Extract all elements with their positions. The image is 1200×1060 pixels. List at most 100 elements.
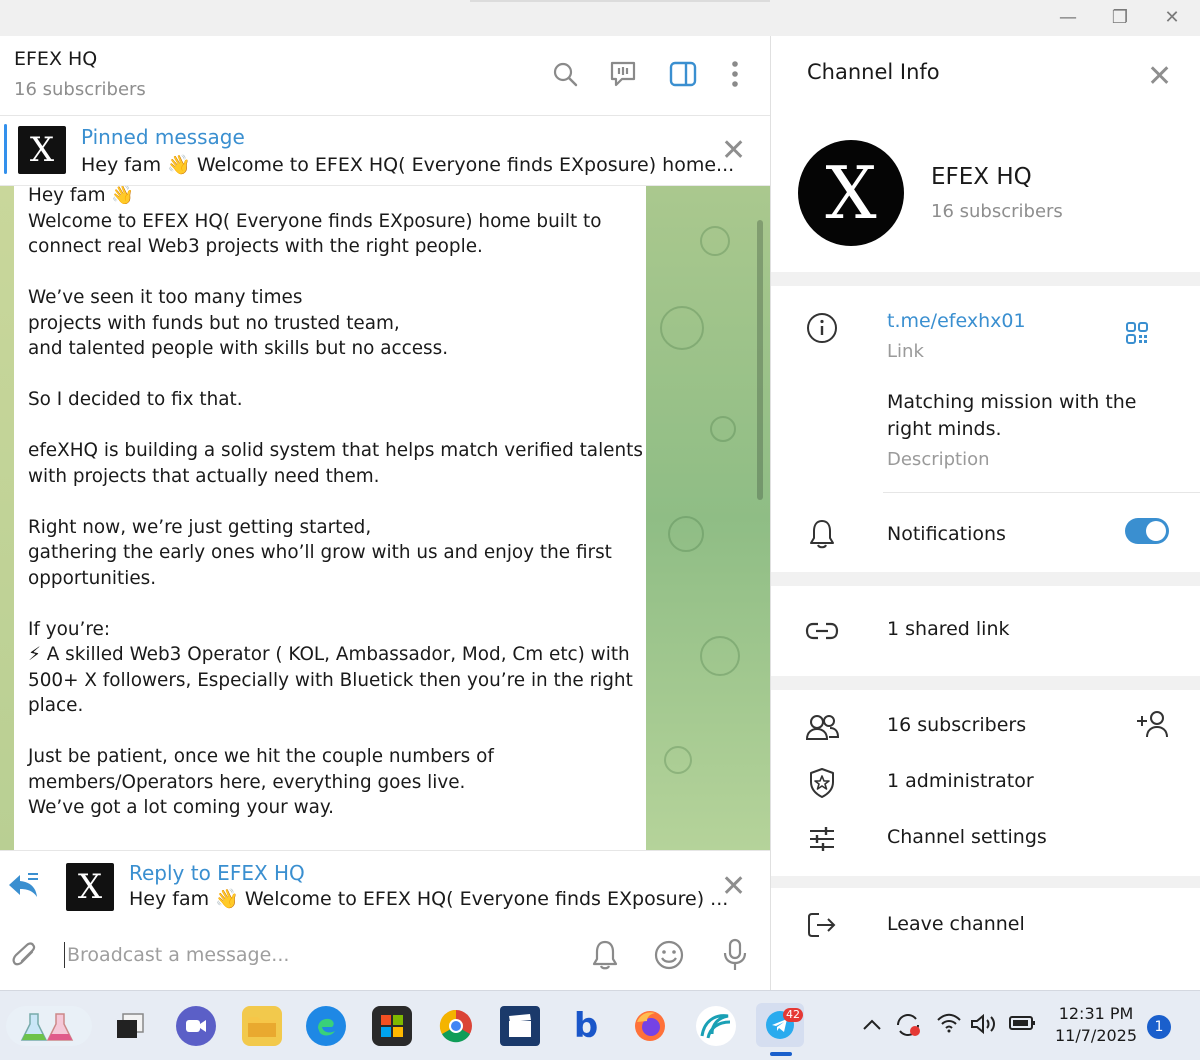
- message-paragraph: efeXHQ is building a solid system that h…: [28, 440, 643, 487]
- widgets-icon[interactable]: [6, 1006, 92, 1046]
- telegram-unread-badge: 42: [783, 1008, 803, 1022]
- shared-links-row[interactable]: 1 shared link: [887, 618, 1010, 640]
- show-hidden-icons-icon[interactable]: [862, 1013, 882, 1037]
- sidebar-toggle-icon[interactable]: [667, 58, 699, 90]
- channel-subscriber-count: 16 subscribers: [931, 201, 1063, 222]
- task-view-icon[interactable]: [110, 1006, 150, 1046]
- wave-app-icon[interactable]: [696, 1006, 736, 1046]
- pinned-label: Pinned message: [81, 125, 245, 149]
- search-icon[interactable]: [549, 58, 581, 90]
- reply-avatar: X: [66, 863, 114, 911]
- wifi-icon[interactable]: [936, 1013, 962, 1038]
- clock-time: 12:31 PM: [1058, 1004, 1134, 1023]
- channel-settings-row[interactable]: Channel settings: [887, 826, 1047, 848]
- channel-description: Matching mission with the right minds.: [887, 391, 1137, 440]
- restore-icon[interactable]: ❐: [1108, 6, 1132, 30]
- message-paragraph: If you’re: ⚡ A skilled Web3 Operator ( K…: [28, 618, 633, 717]
- message-input[interactable]: Broadcast a message...: [64, 942, 289, 968]
- live-stream-icon[interactable]: [607, 58, 639, 90]
- pinned-avatar: X: [18, 126, 66, 174]
- battery-icon[interactable]: [1008, 1013, 1036, 1038]
- attach-icon[interactable]: [8, 938, 42, 972]
- close-panel-icon[interactable]: ✕: [1147, 62, 1172, 92]
- silent-broadcast-bell-icon[interactable]: [588, 938, 622, 972]
- chat-title[interactable]: EFEX HQ: [14, 48, 97, 70]
- notifications-toggle[interactable]: [1125, 518, 1169, 544]
- channel-name: EFEX HQ: [931, 164, 1032, 190]
- close-pinned-icon[interactable]: ✕: [721, 136, 746, 166]
- qr-code-icon[interactable]: [1125, 321, 1149, 349]
- subscribers-icon: [805, 710, 839, 744]
- leave-channel-row[interactable]: Leave channel: [887, 913, 1025, 935]
- channel-info-header-card: Channel Info ✕ X EFEX HQ 16 subscribers: [771, 36, 1200, 272]
- bell-icon: [805, 517, 839, 551]
- reply-preview: Hey fam 👋 Welcome to EFEX HQ( Everyone f…: [129, 888, 729, 910]
- info-icon: [805, 311, 839, 345]
- sync-status-icon[interactable]: [894, 1011, 922, 1044]
- admin-shield-icon: [805, 766, 839, 800]
- active-app-indicator: [770, 1052, 792, 1056]
- cancel-reply-icon[interactable]: ✕: [721, 872, 746, 902]
- pinned-message-bar[interactable]: X Pinned message Hey fam 👋 Welcome to EF…: [0, 116, 770, 186]
- chrome-browser-icon[interactable]: [436, 1006, 476, 1046]
- channel-avatar[interactable]: X: [798, 140, 904, 246]
- channel-info-panel: Channel Info ✕ X EFEX HQ 16 subscribers …: [770, 36, 1200, 990]
- window-titlebar: — ❐ ✕: [0, 0, 1200, 36]
- message-paragraph: Hey fam 👋 Welcome to EFEX HQ( Everyone f…: [28, 186, 602, 257]
- notification-count-badge[interactable]: 1: [1147, 1015, 1171, 1039]
- message-paragraph: We’ve seen it too many times projects wi…: [28, 287, 449, 359]
- clock-date: 11/7/2025: [1055, 1026, 1138, 1045]
- emoji-icon[interactable]: [652, 938, 686, 972]
- more-options-icon[interactable]: [719, 58, 751, 90]
- os-taskbar: b 12:31 PM 11/7/2025 1: [0, 990, 1200, 1060]
- wallpaper-doodle: [668, 516, 704, 552]
- reply-label: Reply to EFEX HQ: [129, 861, 305, 885]
- message-composer[interactable]: Broadcast a message...: [0, 920, 770, 990]
- volume-icon[interactable]: [970, 1013, 998, 1040]
- description-label: Description: [887, 449, 990, 470]
- firefox-browser-icon[interactable]: [630, 1006, 670, 1046]
- reply-icon: [6, 871, 40, 905]
- settings-sliders-icon: [805, 822, 839, 856]
- wallpaper-doodle: [700, 226, 730, 256]
- clapper-app-icon[interactable]: [500, 1006, 540, 1046]
- pinned-indicator: [4, 124, 7, 174]
- store-icon[interactable]: [372, 1006, 412, 1046]
- members-card: 16 subscribers 1 administrator Channel s…: [771, 690, 1200, 876]
- wallpaper-doodle: [710, 416, 736, 442]
- edge-browser-icon[interactable]: [306, 1006, 346, 1046]
- message-feed[interactable]: Hey fam 👋 Welcome to EFEX HQ( Everyone f…: [0, 186, 770, 850]
- microphone-icon[interactable]: [718, 938, 752, 972]
- shared-links-card[interactable]: 1 shared link: [771, 586, 1200, 676]
- wallpaper-doodle: [664, 746, 692, 774]
- message-bubble[interactable]: Hey fam 👋 Welcome to EFEX HQ( Everyone f…: [14, 186, 646, 850]
- leave-card[interactable]: Leave channel: [771, 888, 1200, 990]
- bing-icon[interactable]: b: [566, 1006, 606, 1046]
- wallpaper-strip: [0, 186, 14, 850]
- feed-scrollbar[interactable]: [757, 220, 763, 500]
- titlebar-tab-strip: [470, 0, 770, 2]
- channel-link[interactable]: t.me/efexhx01: [887, 310, 1026, 332]
- link-icon: [805, 614, 839, 648]
- chat-pane: EFEX HQ 16 subscribers X Pinned message …: [0, 36, 770, 990]
- close-window-icon[interactable]: ✕: [1160, 6, 1184, 30]
- minimize-icon[interactable]: —: [1056, 6, 1080, 30]
- subscribers-row[interactable]: 16 subscribers: [887, 714, 1026, 736]
- notifications-label: Notifications: [887, 523, 1006, 545]
- reply-bar[interactable]: X Reply to EFEX HQ Hey fam 👋 Welcome to …: [0, 850, 770, 920]
- pinned-preview: Hey fam 👋 Welcome to EFEX HQ( Everyone f…: [81, 154, 735, 176]
- file-explorer-icon[interactable]: [242, 1006, 282, 1046]
- message-paragraph: Just be patient, once we hit the couple …: [28, 746, 494, 818]
- chat-subscriber-count: 16 subscribers: [14, 79, 146, 100]
- administrators-row[interactable]: 1 administrator: [887, 770, 1034, 792]
- wallpaper-doodle: [660, 306, 704, 350]
- wallpaper-doodle: [700, 636, 740, 676]
- chat-header[interactable]: EFEX HQ 16 subscribers: [0, 36, 770, 116]
- message-paragraph: So I decided to fix that.: [28, 389, 243, 410]
- message-paragraph: Right now, we’re just getting started, g…: [28, 516, 612, 589]
- system-clock[interactable]: 12:31 PM 11/7/2025: [1055, 1003, 1137, 1047]
- video-meeting-app-icon[interactable]: [176, 1006, 216, 1046]
- panel-title: Channel Info: [807, 60, 940, 84]
- divider: [883, 492, 1200, 493]
- add-subscriber-icon[interactable]: [1135, 710, 1169, 742]
